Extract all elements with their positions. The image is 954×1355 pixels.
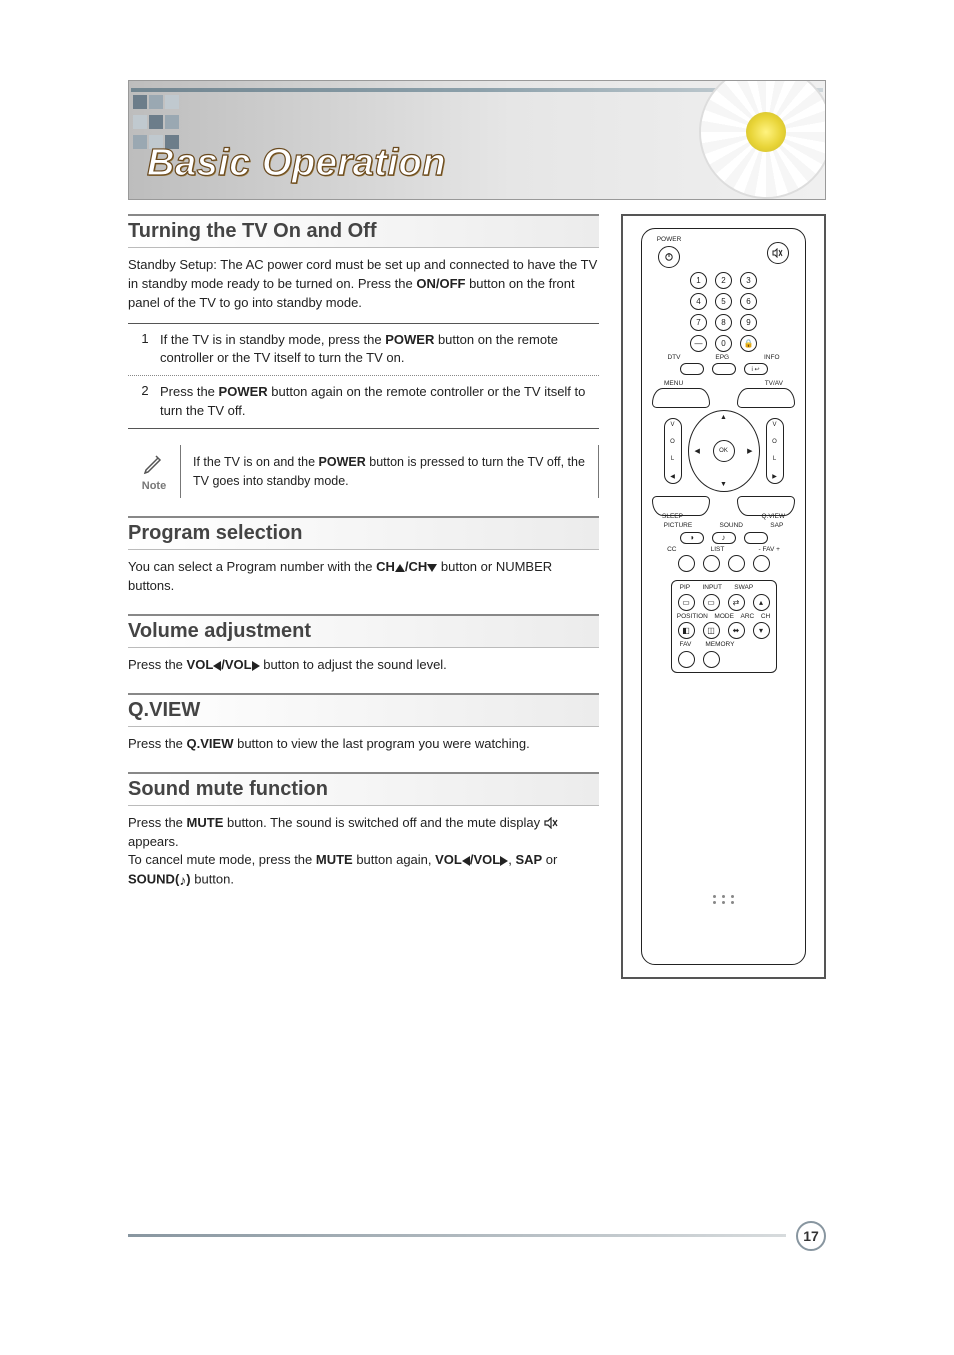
page-number: 17 [796,1221,826,1251]
picture-button: ◑ [680,532,704,544]
down-triangle-icon [427,564,437,572]
section-heading-volume: Volume adjustment [128,614,599,648]
fav-plus-button [753,555,770,572]
num-8: 8 [715,314,732,331]
power-label: POWER [657,237,682,244]
cc-button [678,555,695,572]
remote-control-illustration: POWER 123 456 789 —0🔒 DTVEPGINFO i ↩ MEN… [621,214,826,979]
sound-button: ♪ [712,532,736,544]
program-selection-text: You can select a Program number with the… [128,558,599,596]
tvav-arc-button [737,388,795,408]
note-box: Note If the TV is on and the POWER butto… [128,445,599,499]
fav-minus-button [728,555,745,572]
arc-button: ⬌ [728,622,745,639]
menu-arc-button [652,388,710,408]
vol-up-pad: VOL▶ [766,418,784,484]
dpad: VOL◀ VOL▶ ▲ ▼ ◀ ▶ OK [664,410,784,492]
page-content: Basic Operation Turning the TV On and Of… [128,80,826,1245]
left-triangle-icon [462,856,470,866]
info-button: i ↩ [744,363,768,375]
memory-button [703,651,720,668]
num-0: 0 [715,335,732,352]
fav-button [678,651,695,668]
ch-up-button: ▴ [753,594,770,611]
pip-button: ▭ [678,594,695,611]
standby-setup-paragraph: Standby Setup: The AC power cord must be… [128,256,599,313]
qview-text: Press the Q.VIEW button to view the last… [128,735,599,754]
lock-button: 🔒 [740,335,757,352]
pencil-note-icon [142,452,166,476]
ok-button: OK [713,440,735,462]
num-7: 7 [690,314,707,331]
swap-button: ⇄ [728,594,745,611]
epg-button [712,363,736,375]
right-triangle-icon [252,661,260,671]
dash-button: — [690,335,707,352]
section-heading-mute: Sound mute function [128,772,599,806]
num-3: 3 [740,272,757,289]
num-9: 9 [740,314,757,331]
num-6: 6 [740,293,757,310]
chapter-title: Basic Operation [147,142,446,185]
num-1: 1 [690,272,707,289]
ch-down-button: ▾ [753,622,770,639]
mute-icon [544,817,560,829]
qview-arc-button [737,496,795,516]
section-heading-program-selection: Program selection [128,516,599,550]
remote-indicator-dots [713,895,734,898]
step-2: 2 Press the POWER button again on the re… [128,375,599,428]
mode-button: ◫ [703,622,720,639]
sap-button [744,532,768,544]
power-button [658,246,680,268]
mute-text: Press the MUTE button. The sound is swit… [128,814,599,891]
up-triangle-icon [395,564,405,572]
step-1: 1 If the TV is in standby mode, press th… [128,324,599,376]
chapter-banner: Basic Operation [128,80,826,200]
position-button: ◧ [678,622,695,639]
num-2: 2 [715,272,732,289]
volume-text: Press the VOL/VOL button to adjust the s… [128,656,599,675]
page-footer: 17 [128,1234,826,1237]
section-heading-qview: Q.VIEW [128,693,599,727]
dtv-button [680,363,704,375]
sleep-arc-button [652,496,710,516]
flower-decoration [701,80,826,197]
list-button [703,555,720,572]
power-steps-list: 1 If the TV is in standby mode, press th… [128,323,599,429]
num-5: 5 [715,293,732,310]
right-triangle-icon [500,856,508,866]
mute-button [767,242,789,264]
num-4: 4 [690,293,707,310]
vol-down-pad: VOL◀ [664,418,682,484]
main-text-column: Turning the TV On and Off Standby Setup:… [128,214,599,979]
input-button: ▭ [703,594,720,611]
section-heading-turning-on-off: Turning the TV On and Off [128,214,599,248]
